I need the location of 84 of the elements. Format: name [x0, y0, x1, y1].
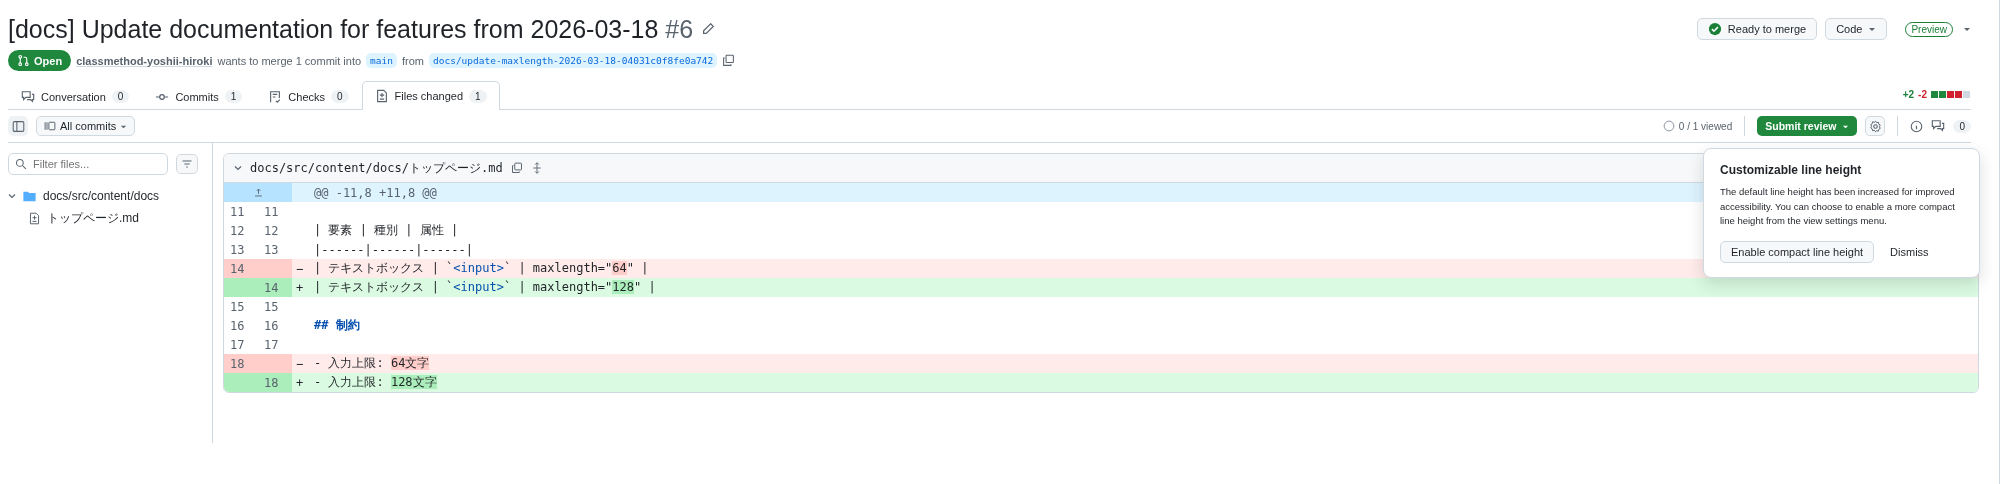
- sidebar-icon: [11, 119, 25, 133]
- merge-text: wants to merge 1 commit into: [217, 54, 362, 67]
- line-number: 16: [229, 317, 246, 335]
- copy-icon[interactable]: [722, 54, 736, 67]
- code-line: | テキストボックス | `<input>` | maxlength="128" |: [313, 279, 656, 296]
- code-line: - 入力上限: 128文字: [313, 374, 437, 391]
- file-path: docs/src/content/docs/トップページ.md: [250, 159, 503, 177]
- line-number: 17: [263, 336, 280, 354]
- enable-compact-button[interactable]: Enable compact line height: [1720, 241, 1875, 264]
- comments-count: 0: [1953, 119, 1971, 133]
- file-diff-icon: [28, 211, 41, 225]
- diff-sign: −: [295, 356, 305, 371]
- checklist-icon: [268, 89, 283, 104]
- line-number: 15: [263, 298, 280, 316]
- deletions-count: -2: [1918, 88, 1927, 100]
- status-badge: Open: [8, 50, 72, 71]
- chevron-icon[interactable]: [234, 164, 242, 172]
- code-line: | 要素 | 種別 | 属性 |: [313, 222, 459, 239]
- tree-file-item[interactable]: トップページ.md: [8, 207, 204, 229]
- line-number: 18: [224, 354, 258, 373]
- expand-up-icon: [252, 187, 264, 198]
- diff-sign: −: [295, 261, 305, 276]
- line-number: 14: [224, 259, 258, 278]
- tree-folder-item[interactable]: docs/src/content/docs: [8, 185, 204, 207]
- tab[interactable]: Checks 0: [255, 82, 362, 110]
- diffstat-drawing: [1931, 90, 1971, 98]
- line-number: 17: [229, 336, 246, 354]
- comments-icon: [21, 89, 35, 104]
- comments-icon[interactable]: [1931, 119, 1946, 133]
- filter-files-field[interactable]: Filter files...: [8, 153, 168, 175]
- additions-count: +2: [1902, 88, 1915, 100]
- code-line: - 入力上限: 64文字: [313, 355, 430, 372]
- viewed-count: 0 / 1 viewed: [1678, 120, 1733, 132]
- hunk-header: @@ -11,8 +11,8 @@: [313, 185, 437, 200]
- popover-text: The default line height has been increased for improved accessibility. You can choose to enable a more compact line height from the view settings menu.: [1720, 185, 1956, 229]
- line-number: [258, 354, 292, 373]
- line-number: 13: [229, 241, 246, 259]
- line-number: 11: [263, 203, 280, 221]
- caret-icon[interactable]: [1963, 25, 1971, 33]
- tab[interactable]: Conversation 0: [8, 82, 143, 110]
- search-icon: [15, 158, 27, 170]
- code-line: | テキストボックス | `<input>` | maxlength="64" |: [313, 260, 649, 277]
- tab[interactable]: Files changed 1: [361, 81, 500, 110]
- line-number: 15: [229, 298, 246, 316]
- line-number: 11: [229, 203, 246, 221]
- from-text: from: [402, 54, 424, 67]
- check-circle-icon: [1707, 22, 1722, 36]
- merge-status-button[interactable]: Ready to merge: [1696, 18, 1818, 40]
- tab[interactable]: Commits 1: [142, 82, 256, 110]
- line-number: 13: [263, 241, 280, 259]
- line-number: 16: [263, 317, 280, 335]
- code-button[interactable]: Code: [1825, 18, 1888, 40]
- pull-request-icon: [17, 54, 30, 67]
- settings-icon: [1868, 119, 1882, 133]
- pencil-icon[interactable]: [701, 22, 716, 36]
- commits-icon: [44, 120, 56, 132]
- pr-title: [docs] Update documentation for features from 2026-03-18 #6: [8, 14, 694, 44]
- popover-title: Customizable line height: [1720, 163, 1863, 177]
- base-branch[interactable]: main: [366, 53, 397, 68]
- filter-icon: [181, 158, 193, 170]
- dismiss-button[interactable]: Dismiss: [1886, 246, 1933, 259]
- copy-icon[interactable]: [510, 162, 523, 174]
- sidebar-toggle-button[interactable]: [8, 116, 28, 136]
- line-number: 14: [258, 278, 292, 297]
- line-number: 12: [229, 222, 246, 240]
- line-number: [224, 373, 258, 392]
- settings-button[interactable]: [1865, 116, 1886, 136]
- diff-sign: +: [295, 375, 305, 390]
- caret-icon: [1868, 25, 1877, 33]
- author-link[interactable]: classmethod-yoshii-hiroki: [76, 54, 213, 67]
- line-number: 12: [263, 222, 280, 240]
- commits-filter-dropdown[interactable]: All commits: [36, 116, 136, 136]
- diff-sign: +: [295, 280, 305, 295]
- line-number: [258, 259, 292, 278]
- expand-icon[interactable]: [530, 162, 543, 174]
- line-number: 18: [258, 373, 292, 392]
- line-number: [224, 278, 258, 297]
- code-line: ## 制約: [313, 317, 360, 334]
- submit-review-button[interactable]: Submit review: [1757, 116, 1858, 136]
- folder-icon: [22, 189, 37, 203]
- info-icon[interactable]: [1910, 119, 1924, 133]
- file-diff-icon: [374, 89, 389, 103]
- code-line: |------|------|------|: [313, 242, 473, 257]
- head-branch[interactable]: docs/update-maxlength-2026-03-18-04031c0f8fe0a742: [429, 53, 718, 68]
